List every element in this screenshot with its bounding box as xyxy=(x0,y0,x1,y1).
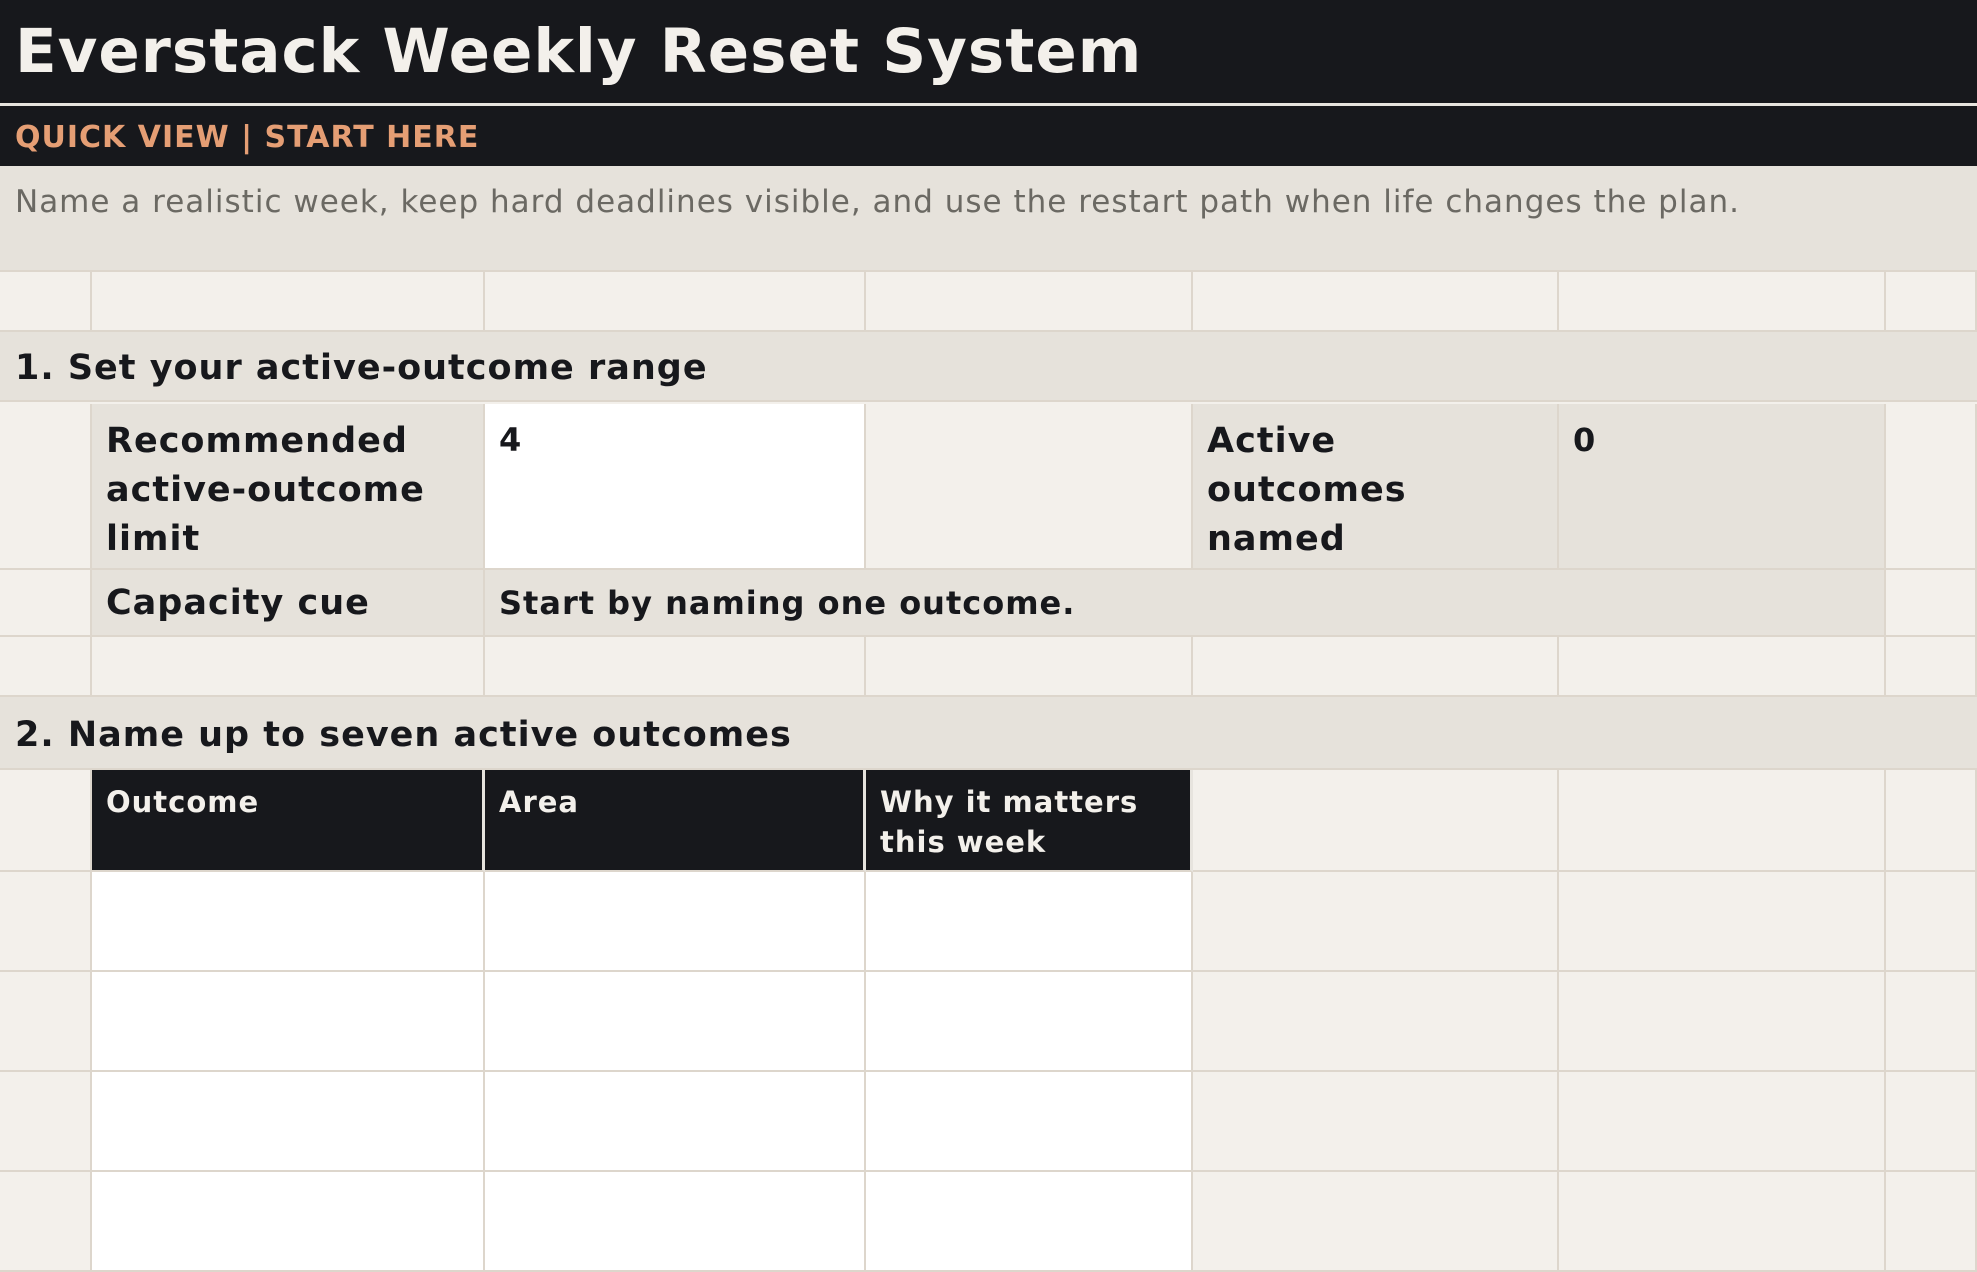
outcome-input[interactable] xyxy=(92,1172,485,1272)
intro-band: Name a realistic week, keep hard deadlin… xyxy=(0,166,1977,272)
spacer-cell[interactable] xyxy=(0,272,92,332)
blank-cell[interactable] xyxy=(1193,1172,1559,1272)
title-band: Everstack Weekly Reset System xyxy=(0,0,1977,106)
why-input[interactable] xyxy=(866,1072,1193,1172)
spacer-cell[interactable] xyxy=(1559,272,1886,332)
sheet-title: Everstack Weekly Reset System xyxy=(15,16,1143,87)
why-input[interactable] xyxy=(866,1172,1193,1272)
blank-cell[interactable] xyxy=(1559,1172,1886,1272)
spacer-cell[interactable] xyxy=(92,272,485,332)
subtitle-band: QUICK VIEW | START HERE xyxy=(0,106,1977,166)
blank-cell[interactable] xyxy=(1193,1072,1559,1172)
area-input[interactable] xyxy=(485,972,866,1072)
spacer-cell[interactable] xyxy=(1193,272,1559,332)
cue-value: Start by naming one outcome. xyxy=(485,570,1886,637)
margin-cell[interactable] xyxy=(1886,972,1977,1072)
blank-cell[interactable] xyxy=(1559,872,1886,972)
spacer-cell[interactable] xyxy=(1886,272,1977,332)
margin-cell[interactable] xyxy=(0,1072,92,1172)
blank-cell[interactable] xyxy=(1559,972,1886,1072)
cue-label: Capacity cue xyxy=(92,570,485,637)
margin-cell[interactable] xyxy=(0,872,92,972)
limit-label: Recommended active-outcome limit xyxy=(92,404,485,570)
spreadsheet-sheet: Everstack Weekly Reset System QUICK VIEW… xyxy=(0,0,1977,1272)
why-input[interactable] xyxy=(866,872,1193,972)
margin-cell[interactable] xyxy=(0,404,92,570)
blank-cell[interactable] xyxy=(1559,770,1886,872)
section-2-heading: 2. Name up to seven active outcomes xyxy=(15,715,792,755)
outcome-input[interactable] xyxy=(92,1072,485,1172)
area-input[interactable] xyxy=(485,1172,866,1272)
margin-cell[interactable] xyxy=(1886,1172,1977,1272)
margin-cell[interactable] xyxy=(1886,770,1977,872)
spacer-cell[interactable] xyxy=(485,272,866,332)
sheet-subtitle: QUICK VIEW | START HERE xyxy=(15,120,480,155)
margin-cell[interactable] xyxy=(1886,404,1977,570)
margin-cell[interactable] xyxy=(1886,872,1977,972)
margin-cell[interactable] xyxy=(1886,1072,1977,1172)
area-input[interactable] xyxy=(485,872,866,972)
section-2-header: 2. Name up to seven active outcomes xyxy=(0,697,1977,770)
blank-cell[interactable] xyxy=(1559,1072,1886,1172)
column-header-outcome: Outcome xyxy=(92,770,485,872)
named-label: Active outcomes named xyxy=(1193,404,1559,570)
margin-cell[interactable] xyxy=(1886,570,1977,637)
named-value: 0 xyxy=(1559,404,1886,570)
margin-cell[interactable] xyxy=(0,770,92,872)
spacer-cell[interactable] xyxy=(1886,637,1977,697)
area-input[interactable] xyxy=(485,1072,866,1172)
margin-cell[interactable] xyxy=(0,570,92,637)
blank-cell[interactable] xyxy=(1193,872,1559,972)
outcome-input[interactable] xyxy=(92,972,485,1072)
spacer-cell[interactable] xyxy=(866,272,1193,332)
limit-value-input[interactable]: 4 xyxy=(485,404,866,570)
margin-cell[interactable] xyxy=(0,972,92,1072)
spacer-cell[interactable] xyxy=(0,637,92,697)
sheet-intro: Name a realistic week, keep hard deadlin… xyxy=(15,184,1740,220)
blank-cell[interactable] xyxy=(1193,770,1559,872)
blank-cell[interactable] xyxy=(1193,972,1559,1072)
section-1-heading: 1. Set your active-outcome range xyxy=(15,348,708,388)
outcome-input[interactable] xyxy=(92,872,485,972)
spacer-cell[interactable] xyxy=(92,637,485,697)
section-1-header: 1. Set your active-outcome range xyxy=(0,332,1977,402)
margin-cell[interactable] xyxy=(0,1172,92,1272)
spacer-cell[interactable] xyxy=(485,637,866,697)
spacer-cell[interactable] xyxy=(1193,637,1559,697)
column-header-area: Area xyxy=(485,770,866,872)
why-input[interactable] xyxy=(866,972,1193,1072)
spacer-cell[interactable] xyxy=(1559,637,1886,697)
blank-cell[interactable] xyxy=(866,404,1193,570)
column-header-why: Why it matters this week xyxy=(866,770,1193,872)
spacer-cell[interactable] xyxy=(866,637,1193,697)
